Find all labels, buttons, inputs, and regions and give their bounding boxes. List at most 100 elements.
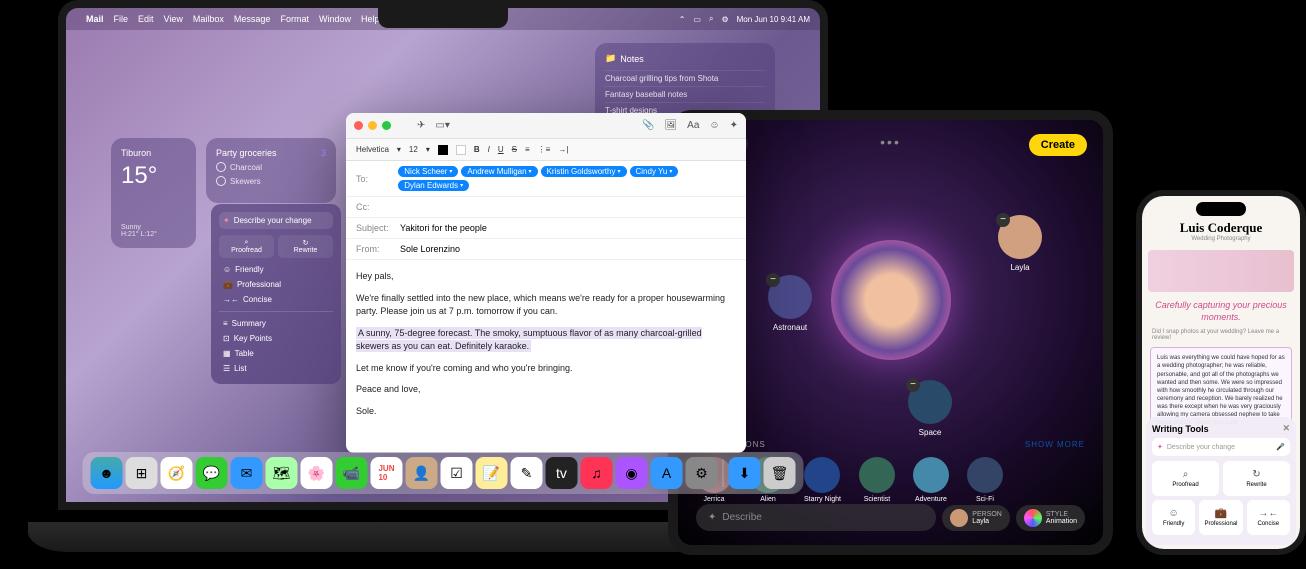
menu-view[interactable]: View [164, 14, 183, 24]
downloads-icon[interactable]: ⬇ [729, 457, 761, 489]
photo-icon[interactable]: 🖼 [664, 120, 677, 131]
bullets-button[interactable]: ⋮≡ [538, 145, 551, 154]
reminders-icon[interactable]: ☑ [441, 457, 473, 489]
menubar-datetime[interactable]: Mon Jun 10 9:41 AM [737, 15, 810, 24]
control-center-icon[interactable]: ⚙ [721, 15, 728, 24]
music-icon[interactable]: ♫ [581, 457, 613, 489]
recipient-chip[interactable]: Kristin Goldsworthy [541, 166, 627, 177]
style-tag[interactable]: STYLEAnimation [1016, 505, 1085, 531]
minimize-button[interactable] [368, 121, 377, 130]
podcasts-icon[interactable]: ◉ [616, 457, 648, 489]
freeform-icon[interactable]: ✎ [511, 457, 543, 489]
menu-mailbox[interactable]: Mailbox [193, 14, 224, 24]
strike-button[interactable]: S [512, 145, 517, 154]
recipient-chip[interactable]: Cindy Yu [630, 166, 679, 177]
mail-to-field[interactable]: To: Nick Scheer Andrew Mulligan Kristin … [346, 161, 746, 197]
describe-input[interactable]: ✦ Describe your change 🎤 [1152, 438, 1290, 456]
maximize-button[interactable] [382, 121, 391, 130]
launchpad-icon[interactable]: ⊞ [126, 457, 158, 489]
notes-icon[interactable]: 📝 [476, 457, 508, 489]
contacts-icon[interactable]: 👤 [406, 457, 438, 489]
suggestion-item[interactable]: Scientist [859, 457, 895, 503]
friendly-option[interactable]: ☺Friendly [219, 262, 333, 277]
recipient-chip[interactable]: Andrew Mulligan [461, 166, 537, 177]
bubble-astronaut[interactable]: − Astronaut [768, 275, 812, 332]
menu-window[interactable]: Window [319, 14, 351, 24]
concise-button[interactable]: →←Concise [1247, 500, 1290, 535]
rewrite-button[interactable]: ↻Rewrite [1223, 461, 1290, 496]
keypoints-option[interactable]: ⊡Key Points [219, 331, 333, 346]
writing-tools-describe-input[interactable]: ✦ Describe your change [219, 212, 333, 229]
proofread-button[interactable]: ⌕Proofread [219, 235, 274, 258]
font-select[interactable]: Helvetica [356, 145, 389, 154]
bubble-layla[interactable]: − Layla [998, 215, 1042, 272]
mail-cc-field[interactable]: Cc: [346, 197, 746, 218]
menu-message[interactable]: Message [234, 14, 271, 24]
mic-icon[interactable]: 🎤 [1276, 443, 1285, 451]
mail-icon[interactable]: ✉ [231, 457, 263, 489]
reminders-widget[interactable]: Party groceries 3 Charcoal Skewers [206, 138, 336, 203]
recipient-chip[interactable]: Dylan Edwards [398, 180, 469, 191]
remove-icon[interactable]: − [996, 213, 1010, 227]
maps-icon[interactable]: 🗺 [266, 457, 298, 489]
attach-icon[interactable]: 📎 [642, 120, 654, 131]
color-swatch[interactable] [438, 145, 448, 155]
finder-icon[interactable]: ☻ [91, 457, 123, 489]
calendar-icon[interactable]: JUN10 [371, 457, 403, 489]
facetime-icon[interactable]: 📹 [336, 457, 368, 489]
friendly-button[interactable]: ☺Friendly [1152, 500, 1195, 535]
underline-button[interactable]: U [498, 145, 504, 154]
appstore-icon[interactable]: A [651, 457, 683, 489]
send-icon[interactable]: ✈ [417, 120, 425, 131]
remove-icon[interactable]: − [906, 378, 920, 392]
close-button[interactable] [354, 121, 363, 130]
professional-button[interactable]: 💼Professional [1199, 500, 1242, 535]
show-more-button[interactable]: SHOW MORE [1025, 440, 1085, 449]
rewrite-button[interactable]: ↻Rewrite [278, 235, 333, 258]
emoji-icon[interactable]: ☺ [709, 120, 719, 131]
menu-format[interactable]: Format [280, 14, 309, 24]
indent-button[interactable]: →| [558, 145, 568, 154]
proofread-button[interactable]: ⌕Proofread [1152, 461, 1219, 496]
format-icon[interactable]: Aa [687, 120, 699, 131]
menu-file[interactable]: File [114, 14, 129, 24]
create-button[interactable]: Create [1029, 134, 1087, 156]
more-button[interactable]: ••• [880, 134, 901, 150]
remove-icon[interactable]: − [766, 273, 780, 287]
professional-option[interactable]: 💼Professional [219, 277, 333, 292]
summary-option[interactable]: ≡Summary [219, 316, 333, 331]
reminder-item[interactable]: Skewers [216, 176, 326, 186]
suggestion-item[interactable]: Starry Night [804, 457, 841, 503]
suggestion-item[interactable]: Adventure [913, 457, 949, 503]
align-button[interactable]: ≡ [525, 145, 530, 154]
main-avatar[interactable] [831, 240, 951, 360]
person-tag[interactable]: PERSONLayla [942, 505, 1010, 531]
describe-input[interactable]: ✦ Describe [696, 504, 936, 531]
italic-button[interactable]: I [488, 145, 490, 154]
recipient-chip[interactable]: Nick Scheer [398, 166, 458, 177]
safari-icon[interactable]: 🧭 [161, 457, 193, 489]
search-icon[interactable]: ⌕ [709, 14, 713, 24]
bg-swatch[interactable] [456, 145, 466, 155]
note-item[interactable]: Charcoal grilling tips from Shota [605, 70, 765, 86]
menu-edit[interactable]: Edit [138, 14, 154, 24]
battery-icon[interactable]: ▭ [693, 15, 701, 24]
bold-button[interactable]: B [474, 145, 480, 154]
reminder-item[interactable]: Charcoal [216, 162, 326, 172]
concise-option[interactable]: →←Concise [219, 292, 333, 307]
suggestion-item[interactable]: Sci-Fi [967, 457, 1003, 503]
weather-widget[interactable]: Tiburon 15° Sunny H:21° L:12° [111, 138, 196, 248]
list-option[interactable]: ☰List [219, 361, 333, 376]
sparkle-icon[interactable]: ✦ [730, 120, 738, 131]
tv-icon[interactable]: tv [546, 457, 578, 489]
mail-from-field[interactable]: From: Sole Lorenzino [346, 239, 746, 260]
trash-icon[interactable]: 🗑 [764, 457, 796, 489]
mail-titlebar[interactable]: ✈ ▭▾ 📎 🖼 Aa ☺ ✦ [346, 113, 746, 139]
photos-icon[interactable]: 🌸 [301, 457, 333, 489]
bubble-space[interactable]: − Space [908, 380, 952, 437]
settings-icon[interactable]: ⚙ [686, 457, 718, 489]
note-item[interactable]: Fantasy baseball notes [605, 86, 765, 102]
menu-help[interactable]: Help [361, 14, 380, 24]
messages-icon[interactable]: 💬 [196, 457, 228, 489]
header-toggle-icon[interactable]: ▭▾ [435, 120, 449, 131]
